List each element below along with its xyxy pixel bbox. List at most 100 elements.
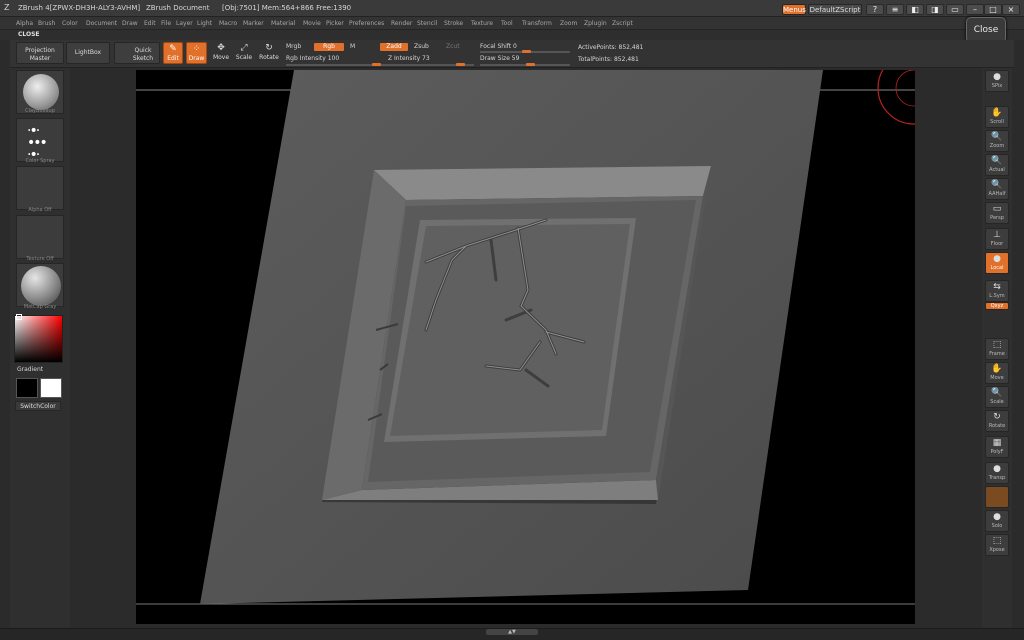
menu-stroke[interactable]: Stroke bbox=[444, 20, 463, 27]
lightbox-button[interactable]: LightBox bbox=[66, 42, 110, 64]
palette-right-icon[interactable]: ◨ bbox=[926, 4, 944, 15]
scale-button[interactable]: 🔍 Scale bbox=[985, 386, 1009, 408]
solo-button[interactable]: ● Solo bbox=[985, 510, 1009, 532]
menu-draw[interactable]: Draw bbox=[122, 20, 138, 27]
menus-button[interactable]: Menus bbox=[782, 4, 806, 15]
focal-shift-slider[interactable]: Focal Shift 0 bbox=[480, 43, 517, 50]
lsym-button[interactable]: ⇆ L.Sym bbox=[985, 280, 1009, 302]
projection-master-button[interactable]: Projection Master bbox=[16, 42, 64, 64]
menu-picker[interactable]: Picker bbox=[326, 20, 344, 27]
ghost-button[interactable] bbox=[985, 486, 1009, 508]
switch-color-button[interactable]: SwitchColor bbox=[15, 401, 61, 411]
rotate-button[interactable]: ↻ Rotate bbox=[985, 410, 1009, 432]
menu-transform[interactable]: Transform bbox=[522, 20, 552, 27]
move-button[interactable]: ✥ Move bbox=[211, 42, 231, 64]
menu-stencil[interactable]: Stencil bbox=[417, 20, 437, 27]
rgb-intensity-track[interactable] bbox=[286, 64, 382, 66]
menu-texture[interactable]: Texture bbox=[471, 20, 493, 27]
transp-label: Transp bbox=[988, 475, 1006, 481]
default-zscript-button[interactable]: DefaultZScript bbox=[808, 4, 862, 15]
color-picker[interactable] bbox=[14, 315, 63, 363]
polyf-button[interactable]: ▦ PolyF bbox=[985, 436, 1009, 458]
xyz-button[interactable]: Qxyz bbox=[985, 302, 1009, 310]
minimize-icon[interactable]: – bbox=[966, 4, 984, 15]
menu-color[interactable]: Color bbox=[62, 20, 78, 27]
main-color-swatch[interactable] bbox=[16, 378, 38, 398]
scale-button[interactable]: ⤢ Scale bbox=[234, 42, 254, 64]
menu-file[interactable]: File bbox=[161, 20, 171, 27]
menu-light[interactable]: Light bbox=[197, 20, 212, 27]
canvas-viewport[interactable] bbox=[136, 70, 915, 624]
rotate-button[interactable]: ↻ Rotate bbox=[258, 42, 280, 64]
edit-button[interactable]: ✎ Edit bbox=[163, 42, 183, 64]
menu-marker[interactable]: Marker bbox=[243, 20, 264, 27]
menu-layer[interactable]: Layer bbox=[176, 20, 193, 27]
material-thumbnail[interactable] bbox=[16, 263, 64, 307]
menu-alpha[interactable]: Alpha bbox=[16, 20, 33, 27]
focal-shift-knob[interactable] bbox=[522, 50, 531, 53]
zsub-toggle[interactable]: Zsub bbox=[414, 43, 429, 50]
floor-button[interactable]: ⊥ Floor bbox=[985, 228, 1009, 250]
menu-render[interactable]: Render bbox=[391, 20, 412, 27]
menu-movie[interactable]: Movie bbox=[303, 20, 321, 27]
m-toggle[interactable]: M bbox=[350, 43, 355, 50]
menu-zplugin[interactable]: Zplugin bbox=[584, 20, 607, 27]
frame-icon: ⬚ bbox=[992, 340, 1002, 350]
transp-button[interactable]: ● Transp bbox=[985, 462, 1009, 484]
color-picker-cursor[interactable] bbox=[16, 314, 22, 320]
layout-icon[interactable]: ≡ bbox=[886, 4, 904, 15]
rgb-intensity-slider[interactable]: Rgb Intensity 100 bbox=[286, 55, 339, 62]
menu-macro[interactable]: Macro bbox=[219, 20, 237, 27]
xpose-button[interactable]: ⬚ Xpose bbox=[985, 534, 1009, 556]
gradient-toggle[interactable]: Gradient bbox=[17, 366, 43, 373]
bottom-tray-toggle-icon[interactable]: ▲▼ bbox=[486, 629, 538, 635]
z-intensity-slider[interactable]: Z Intensity 73 bbox=[388, 55, 430, 62]
stroke-thumbnail[interactable]: ·•· ••• ·•· bbox=[16, 118, 64, 162]
draw-button[interactable]: ⁘ Draw bbox=[186, 42, 207, 64]
document-title: ZBrush Document bbox=[146, 4, 210, 12]
draw-size-slider[interactable]: Draw Size 59 bbox=[480, 55, 519, 62]
menu-tool[interactable]: Tool bbox=[501, 20, 513, 27]
maximize-icon[interactable]: □ bbox=[984, 4, 1002, 15]
rgb-toggle[interactable]: Rgb bbox=[314, 43, 344, 51]
rgb-intensity-knob[interactable] bbox=[372, 63, 381, 66]
persp-button[interactable]: ▭ Persp bbox=[985, 202, 1009, 224]
zoom-button[interactable]: 🔍 Zoom bbox=[985, 130, 1009, 152]
palette-left-icon[interactable]: ◧ bbox=[906, 4, 924, 15]
move-button[interactable]: ✋ Move bbox=[985, 362, 1009, 384]
frame-label: Frame bbox=[989, 351, 1005, 357]
draw-size-track[interactable] bbox=[480, 64, 570, 66]
quick-sketch-button[interactable]: Quick Sketch bbox=[114, 42, 160, 64]
clay-brush-icon bbox=[23, 74, 59, 110]
mrgb-toggle[interactable]: Mrgb bbox=[286, 43, 301, 50]
spix-button[interactable]: ● SPix bbox=[985, 70, 1009, 92]
menu-brush[interactable]: Brush bbox=[38, 20, 55, 27]
zcut-toggle[interactable]: Zcut bbox=[446, 43, 460, 50]
menu-edit[interactable]: Edit bbox=[144, 20, 156, 27]
menu-zscript[interactable]: Zscript bbox=[612, 20, 633, 27]
sculpt-canvas[interactable] bbox=[136, 70, 915, 624]
menu-zoom[interactable]: Zoom bbox=[560, 20, 577, 27]
secondary-color-swatch[interactable] bbox=[40, 378, 62, 398]
actual-button[interactable]: 🔍 Actual bbox=[985, 154, 1009, 176]
close-window-icon[interactable]: × bbox=[1002, 4, 1020, 15]
draw-size-knob[interactable] bbox=[526, 63, 535, 66]
menu-document[interactable]: Document bbox=[86, 20, 117, 27]
local-button[interactable]: ● Local bbox=[985, 252, 1009, 274]
menu-preferences[interactable]: Preferences bbox=[349, 20, 384, 27]
tile-model bbox=[322, 166, 711, 504]
texture-thumbnail[interactable] bbox=[16, 215, 64, 259]
aahalf-button[interactable]: 🔍 AAHalf bbox=[985, 178, 1009, 200]
help-icon[interactable]: ? bbox=[866, 4, 884, 15]
stroke-caption: Color Spray bbox=[25, 158, 55, 164]
zadd-toggle[interactable]: Zadd bbox=[380, 43, 408, 51]
scale-icon: 🔍 bbox=[991, 388, 1003, 398]
z-intensity-knob[interactable] bbox=[456, 63, 465, 66]
alpha-thumbnail[interactable] bbox=[16, 166, 64, 210]
frame-button[interactable]: ⬚ Frame bbox=[985, 338, 1009, 360]
rotate-icon: ↻ bbox=[993, 412, 1001, 422]
close-label[interactable]: CLOSE bbox=[18, 31, 40, 38]
scroll-button[interactable]: ✋ Scroll bbox=[985, 106, 1009, 128]
hide-icon[interactable]: ▭ bbox=[946, 4, 964, 15]
menu-material[interactable]: Material bbox=[271, 20, 295, 27]
